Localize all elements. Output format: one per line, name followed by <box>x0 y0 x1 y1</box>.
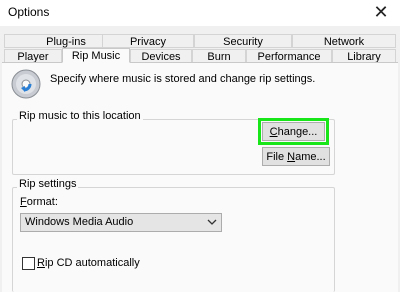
title-bar: Options ✕ <box>0 0 400 26</box>
file-name-button[interactable]: File Name... <box>262 147 330 166</box>
close-icon[interactable]: ✕ <box>370 1 392 23</box>
tab-devices[interactable]: Devices <box>130 49 192 63</box>
window-title: Options <box>8 5 50 19</box>
format-dropdown-value: Windows Media Audio <box>25 216 134 228</box>
format-dropdown[interactable]: Windows Media Audio <box>20 213 222 232</box>
format-label: Format: <box>20 196 58 208</box>
chevron-down-icon <box>207 219 217 225</box>
rip-settings-groupbox <box>12 187 335 292</box>
rip-cd-checkbox[interactable] <box>22 257 35 270</box>
location-group-title: Rip music to this location <box>17 110 143 122</box>
tab-rip-music[interactable]: Rip Music <box>62 48 130 63</box>
tab-security[interactable]: Security <box>194 34 292 48</box>
tab-privacy[interactable]: Privacy <box>102 34 194 48</box>
change-button[interactable]: Change... <box>262 122 325 141</box>
rip-settings-title: Rip settings <box>17 178 79 190</box>
tab-player[interactable]: Player <box>4 49 62 63</box>
cd-rip-icon <box>11 69 41 99</box>
tab-library[interactable]: Library <box>332 49 396 63</box>
tab-burn[interactable]: Burn <box>192 49 246 63</box>
rip-cd-label: Rip CD automatically <box>37 257 140 269</box>
description-text: Specify where music is stored and change… <box>50 73 316 85</box>
tab-network[interactable]: Network <box>292 34 396 48</box>
tab-performance[interactable]: Performance <box>246 49 332 63</box>
